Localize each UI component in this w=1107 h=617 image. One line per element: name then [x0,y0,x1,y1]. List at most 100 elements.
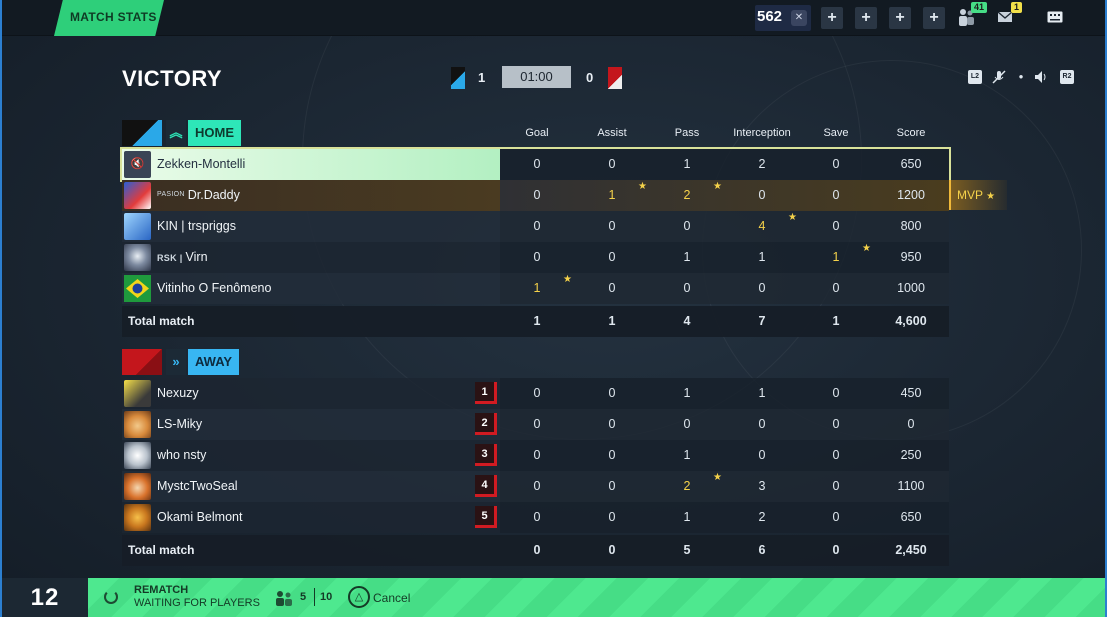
level-value: 562 [757,8,783,25]
mvp-badge: MVP ★ [949,180,1007,210]
player-row[interactable]: Vitinho O Fenômeno 1 ★ 0 0 0 0 1000 [122,273,949,304]
stat-pass: 2 [683,479,691,493]
total-pass: 5 [683,543,691,557]
stat-save: 0 [832,281,840,295]
player-row[interactable]: LS-Miky 2 0 0 0 0 0 0 [122,409,949,440]
tab-match-stats[interactable]: MATCH STATS [54,0,164,36]
total-label: Total match [128,543,195,557]
player-info-cell: MystcTwoSeal 4 [122,471,500,502]
home-team-label: HOME [188,120,241,146]
top-right-hud: 562 ✕ + + + + 41 1 [749,0,1105,36]
add-slot-button-2[interactable]: + [855,7,877,29]
add-slot-button-1[interactable]: + [821,7,843,29]
players-max-count: 10 [320,591,333,603]
star-icon: ★ [713,181,722,192]
stat-score: 650 [900,157,922,171]
player-stats-cell: 0 0 1 2 0 650 [500,502,949,533]
total-interception: 7 [758,314,766,328]
player-name: RSK | Virn [157,250,208,264]
stat-assist: 0 [608,386,616,400]
player-avatar [124,504,151,531]
stat-assist: 0 [608,510,616,524]
rematch-countdown: 12 [2,578,88,617]
player-stats-cell: 0 0 1 0 0 250 [500,440,949,471]
mute-icon: ✕ [791,10,807,26]
home-team-flag [451,67,465,89]
rank-badge: 1 [475,382,497,404]
player-name: LS-Miky [157,417,203,431]
player-stats-cell: 0 0 1 1 0 450 [500,378,949,409]
stat-assist: 0 [608,479,616,493]
away-team-label: AWAY [188,349,240,375]
add-slot-button-4[interactable]: + [923,7,945,29]
stat-save: 1 [832,250,840,264]
player-info-cell: Nexuzy 1 [122,378,500,409]
stat-interception: 1 [758,250,766,264]
separator-dot-icon: ● [1018,72,1024,81]
player-stats-cell: 0 0 0 4 ★ 0 800 [500,211,949,242]
player-avatar [124,275,151,302]
rematch-title: REMATCH [134,584,189,596]
player-avatar [124,411,151,438]
stat-goal: 0 [533,157,541,171]
stat-score: 0 [907,417,915,431]
total-label: Total match [128,314,195,328]
stat-save: 0 [832,157,840,171]
add-slot-button-3[interactable]: + [889,7,911,29]
column-header-assist: Assist [597,127,627,139]
player-info-cell: Okami Belmont 5 [122,502,500,533]
stat-goal: 0 [533,448,541,462]
column-header-score: Score [896,127,926,139]
stat-score: 800 [900,219,922,233]
player-avatar [124,244,151,271]
star-icon: ★ [563,274,572,285]
star-icon: ★ [788,212,797,223]
total-goal: 1 [533,314,541,328]
speaker-icon[interactable] [1034,70,1048,84]
stat-interception: 0 [758,188,766,202]
column-header-save: Save [823,127,849,139]
stat-goal: 0 [533,188,541,202]
stat-assist: 1 [608,188,616,202]
player-stats-cell: 0 0 1 1 1 ★ 950 [500,242,949,273]
stat-save: 0 [832,510,840,524]
triangle-button-icon[interactable]: △ [348,586,370,608]
stat-save: 0 [832,448,840,462]
stat-pass: 0 [683,417,691,431]
stat-pass: 1 [683,250,691,264]
stat-goal: 0 [533,219,541,233]
stat-interception: 4 [758,219,766,233]
stat-assist: 0 [608,219,616,233]
stat-interception: 0 [758,448,766,462]
player-info-cell: LS-Miky 2 [122,409,500,440]
voice-chat-muted-icon[interactable] [992,70,1006,84]
stat-goal: 0 [533,417,541,431]
away-team-flag [608,67,622,89]
cancel-button[interactable]: Cancel [373,591,410,605]
player-row[interactable]: Okami Belmont 5 0 0 1 2 0 650 [122,502,949,533]
keyboard-icon[interactable] [1047,10,1065,30]
stat-assist: 0 [608,417,616,431]
stat-goal: 0 [533,479,541,493]
player-stats-cell: 0 0 2 ★ 3 0 1100 [500,471,949,502]
mail-icon[interactable] [997,10,1015,30]
away-team-flag-large [122,349,162,375]
r2-button-icon: R2 [1060,70,1074,84]
player-row[interactable]: RSK | Virn 0 0 1 1 1 ★ 950 [122,242,949,273]
stat-interception: 0 [758,417,766,431]
player-row[interactable]: Nexuzy 1 0 0 1 1 0 450 [122,378,949,409]
stat-score: 1200 [897,188,925,202]
home-score: 1 [478,70,486,85]
l2-button-icon: L2 [968,70,982,84]
player-row[interactable]: PASION Dr.Daddy 0 1 ★ 2 ★ 0 0 1200 [122,180,949,211]
player-row[interactable]: MystcTwoSeal 4 0 0 2 ★ 3 0 1100 [122,471,949,502]
player-row[interactable]: KIN | trspriggs 0 0 0 4 ★ 0 800 [122,211,949,242]
stat-pass: 2 [683,188,691,202]
match-result-title: VICTORY [122,66,223,91]
players-ready-count: 5 [300,591,307,603]
total-stats-cell: 0 0 5 6 0 2,450 [500,535,949,566]
rank-badge: 5 [475,506,497,528]
total-goal: 0 [533,543,541,557]
player-row[interactable]: who nsty 3 0 0 1 0 0 250 [122,440,949,471]
player-row[interactable]: 🔇 Zekken-Montelli 0 0 1 2 0 650 [120,147,951,182]
